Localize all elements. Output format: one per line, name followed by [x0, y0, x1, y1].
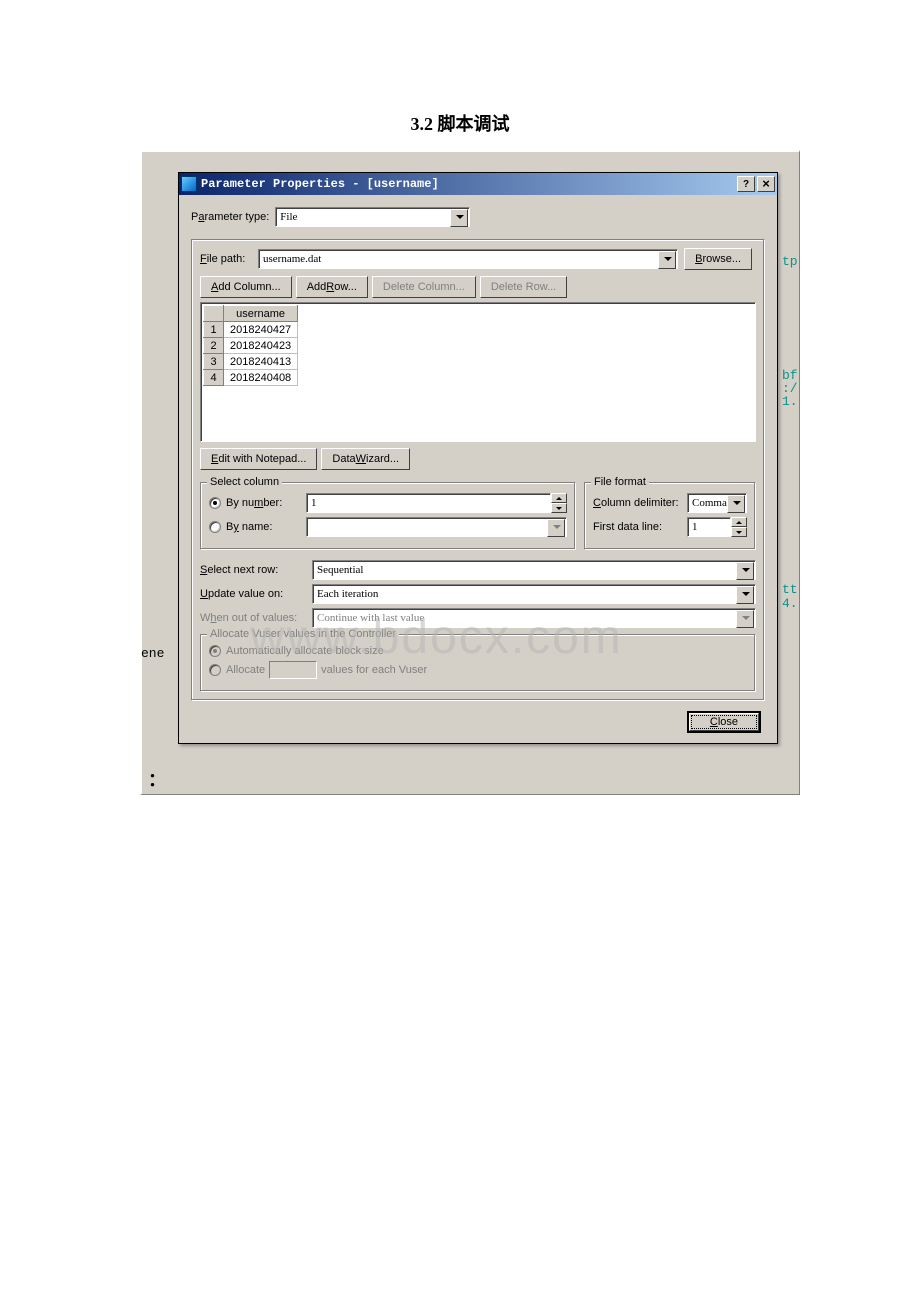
allocate-count-input: [269, 661, 317, 679]
browse-button[interactable]: Browse...: [684, 248, 752, 270]
first-data-line-input[interactable]: 1: [687, 517, 731, 537]
by-name-radio[interactable]: [209, 521, 221, 533]
grid-header[interactable]: username: [224, 306, 298, 322]
by-name-label: By name:: [226, 521, 300, 533]
table-row[interactable]: 42018240408: [204, 370, 298, 386]
bg-code-fragment: ene: [141, 646, 164, 661]
by-number-spinner[interactable]: [551, 493, 567, 513]
first-data-line-label: First data line:: [593, 521, 681, 533]
by-number-input[interactable]: 1: [306, 493, 551, 513]
select-next-row-combo[interactable]: Sequential: [312, 560, 756, 580]
punctuation-colon: ：: [148, 766, 166, 792]
window-title: Parameter Properties - [username]: [201, 177, 439, 191]
add-row-button[interactable]: Add Row...: [296, 276, 368, 298]
app-icon: [181, 176, 197, 192]
parameter-type-label: Parameter type:: [191, 211, 269, 223]
table-row[interactable]: 32018240413: [204, 354, 298, 370]
allocate-label: Allocate: [226, 664, 265, 676]
by-number-radio[interactable]: [209, 497, 221, 509]
titlebar[interactable]: Parameter Properties - [username] ? ×: [179, 173, 777, 195]
auto-allocate-radio: [209, 645, 221, 657]
allocate-radio: [209, 664, 221, 676]
column-delimiter-combo[interactable]: Comma: [687, 493, 747, 513]
file-path-label: File path:: [200, 253, 252, 265]
parameter-type-combo[interactable]: File: [275, 207, 470, 227]
allocate-legend: Allocate Vuser values in the Controller: [207, 628, 399, 640]
delete-row-button[interactable]: Delete Row...: [480, 276, 567, 298]
delete-column-button[interactable]: Delete Column...: [372, 276, 476, 298]
table-row[interactable]: 22018240423: [204, 338, 298, 354]
bg-code-fragment: tt: [782, 582, 798, 597]
update-value-combo[interactable]: Each iteration: [312, 584, 756, 604]
close-button[interactable]: Close: [687, 711, 761, 733]
section-heading: 3.2 脚本调试: [0, 0, 920, 156]
when-out-of-values-label: When out of values:: [200, 612, 312, 624]
file-format-legend: File format: [591, 476, 649, 488]
auto-allocate-label: Automatically allocate block size: [226, 645, 384, 657]
help-button[interactable]: ?: [737, 176, 755, 192]
parameter-properties-dialog: Parameter Properties - [username] ? × Pa…: [178, 172, 778, 744]
by-number-label: By number:: [226, 497, 300, 509]
data-wizard-button[interactable]: Data Wizard...: [321, 448, 410, 470]
table-row[interactable]: 12018240427: [204, 322, 298, 338]
data-grid[interactable]: username 12018240427 22018240423 3201824…: [200, 302, 756, 442]
first-data-line-spinner[interactable]: [731, 517, 747, 537]
add-column-button[interactable]: Add Column...: [200, 276, 292, 298]
bg-code-fragment: 4.: [782, 596, 798, 611]
select-next-row-label: Select next row:: [200, 564, 312, 576]
select-column-legend: Select column: [207, 476, 282, 488]
by-name-combo: [306, 517, 567, 537]
allocate-suffix-label: values for each Vuser: [321, 664, 427, 676]
grid-corner: [204, 306, 224, 322]
edit-with-notepad-button[interactable]: Edit with Notepad...: [200, 448, 317, 470]
column-delimiter-label: Column delimiter:: [593, 497, 681, 509]
bg-code-fragment: 1.: [782, 394, 798, 409]
close-window-button[interactable]: ×: [757, 176, 775, 192]
file-path-combo[interactable]: username.dat: [258, 249, 678, 269]
when-out-of-values-combo: Continue with last value: [312, 608, 756, 628]
bg-code-fragment: tp: [782, 254, 798, 269]
update-value-label: Update value on:: [200, 588, 312, 600]
